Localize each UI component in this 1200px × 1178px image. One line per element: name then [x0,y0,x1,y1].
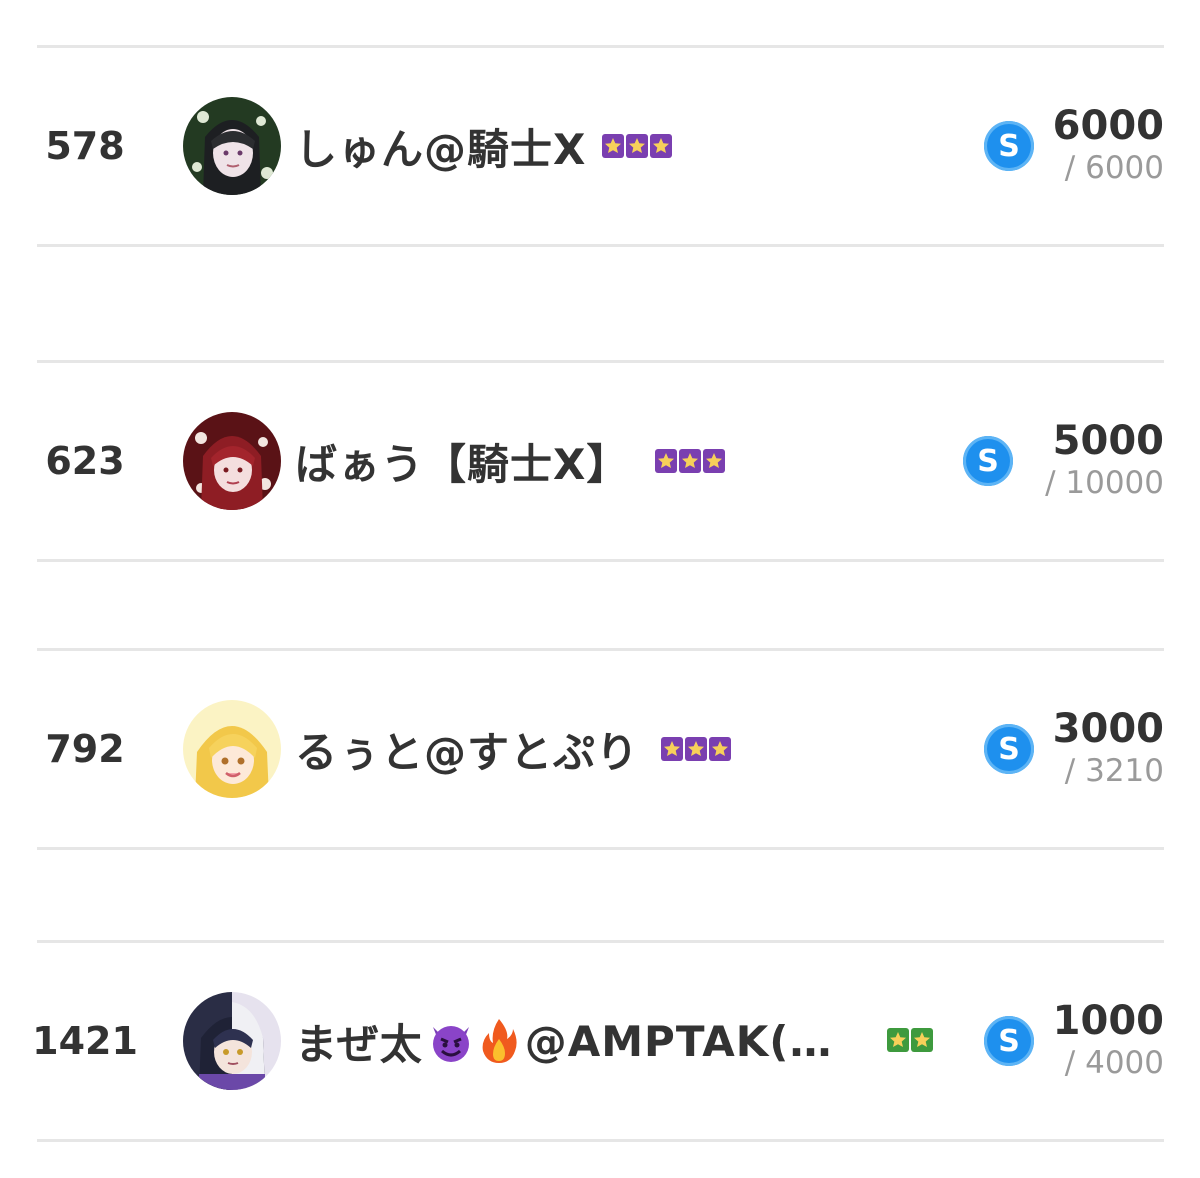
amount-block: 3000 / 3210 [1053,651,1164,847]
rank-number: 623 [45,439,125,483]
avatar[interactable] [183,97,281,195]
amount-block: 6000 / 6000 [1053,48,1164,244]
amount-value: 6000 [1052,103,1164,149]
amount-block: 5000 / 10000 [1045,363,1164,559]
star-badge-icon [685,737,708,761]
rank-number: 792 [45,727,125,771]
star-badge-icon [655,449,678,473]
star-badge-icon [626,134,649,158]
star-badges [655,449,727,473]
ranking-row[interactable]: 578 しゅん@騎士X S 6000 / 6000 [37,48,1164,244]
user-name[interactable]: ばぁう【騎士X】 [295,431,629,492]
amount-goal: / 3210 [1064,753,1164,789]
smiling-devil-icon [432,1026,469,1062]
star-badge-icon [661,737,684,761]
coin-icon: S [984,1016,1034,1066]
amount-value: 3000 [1052,706,1164,752]
divider [37,559,1164,562]
amount-goal: / 4000 [1064,1045,1164,1081]
star-badges [887,1028,935,1052]
user-name[interactable]: まぜ太 @AMPTAK(… [295,1011,832,1072]
star-badge-icon [887,1028,909,1052]
avatar[interactable] [183,992,281,1090]
ranking-row[interactable]: 1421 まぜ太 @AMPTAK(… S 1000 / 4000 [32,943,1164,1139]
amount-goal: / 10000 [1045,465,1164,501]
user-name[interactable]: るぅと@すとぷり [295,719,639,780]
amount-value: 5000 [1052,418,1164,464]
amount-goal: / 6000 [1064,150,1164,186]
star-badges [602,134,674,158]
star-badge-icon [602,134,625,158]
user-name[interactable]: しゅん@騎士X [295,116,586,177]
ranking-row[interactable]: 623 ばぁう【騎士X】 S 5000 / 10000 [37,363,1164,559]
star-badge-icon [911,1028,933,1052]
user-name-suffix: @AMPTAK(… [524,1016,833,1066]
coin-icon: S [984,121,1034,171]
user-name-prefix: まぜ太 [295,1019,423,1069]
ranking-row[interactable]: 792 るぅと@すとぷり S 3000 / 3210 [37,651,1164,847]
star-badge-icon [679,449,702,473]
divider [37,847,1164,850]
star-badge-icon [703,449,726,473]
star-badge-icon [709,737,732,761]
divider [37,1139,1164,1142]
divider [37,244,1164,247]
coin-icon: S [984,724,1034,774]
avatar[interactable] [183,412,281,510]
avatar[interactable] [183,700,281,798]
coin-icon: S [963,436,1013,486]
rank-number: 578 [45,124,125,168]
fire-icon [482,1019,517,1063]
amount-block: 1000 / 4000 [1053,943,1164,1139]
star-badges [661,737,733,761]
amount-value: 1000 [1052,998,1164,1044]
rank-number: 1421 [32,1019,138,1063]
star-badge-icon [650,134,673,158]
